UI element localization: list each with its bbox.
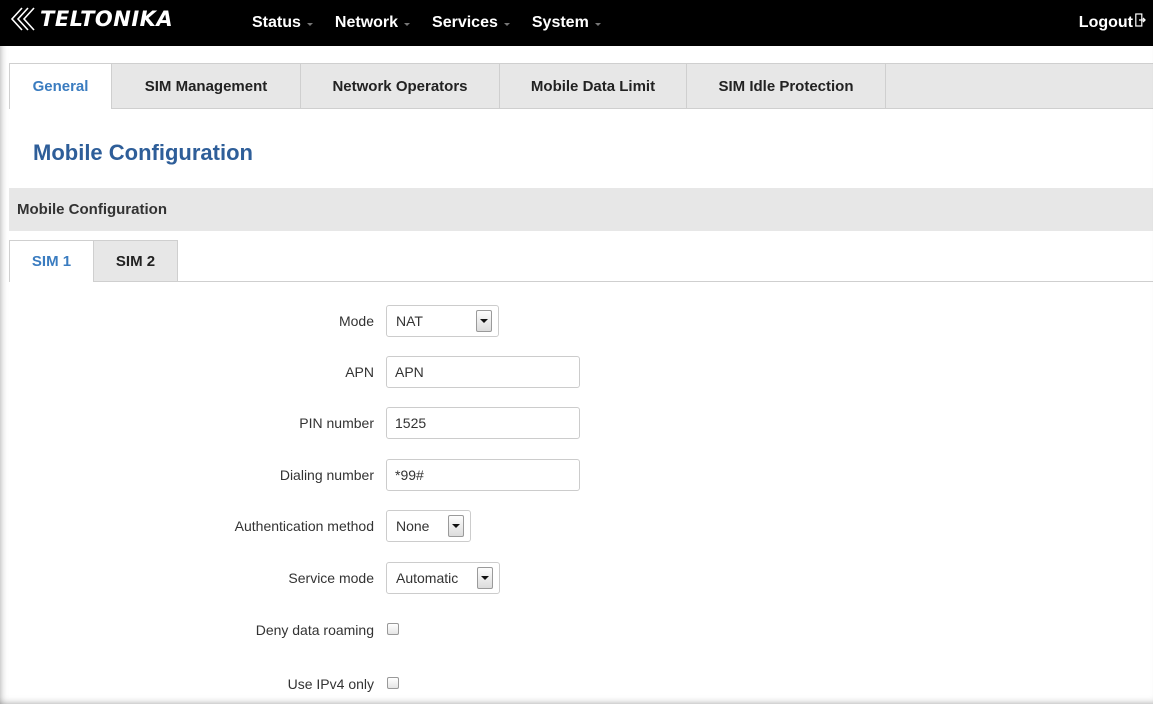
apn-row: APN xyxy=(0,356,1153,388)
mode-select[interactable]: NAT xyxy=(386,305,499,337)
dialing-row: Dialing number xyxy=(0,459,1153,491)
tab-network-operators[interactable]: Network Operators xyxy=(301,64,500,108)
mode-label: Mode xyxy=(338,313,374,329)
deny-roaming-checkbox[interactable] xyxy=(387,623,399,635)
brand-logo[interactable]: TELTONIKA xyxy=(8,6,173,32)
section-header: Mobile Configuration xyxy=(9,188,1153,231)
pin-label: PIN number xyxy=(299,415,374,431)
apn-input[interactable] xyxy=(386,356,580,388)
menu-status-label: Status xyxy=(252,14,301,31)
deny-roaming-label: Deny data roaming xyxy=(255,622,374,638)
logout-door-icon xyxy=(1133,13,1147,32)
tab-general[interactable]: General xyxy=(9,64,112,109)
chevron-down-icon xyxy=(594,22,601,26)
logout-label: Logout xyxy=(1078,13,1133,31)
main-menu: Status Network Services System xyxy=(252,0,623,46)
service-row: Service mode Automatic xyxy=(0,562,1153,594)
menu-services-label: Services xyxy=(432,14,498,31)
service-label: Service mode xyxy=(288,570,374,586)
tab-mobile-data-limit[interactable]: Mobile Data Limit xyxy=(500,64,687,108)
chevron-down-icon xyxy=(404,22,411,26)
tab-sim-1[interactable]: SIM 1 xyxy=(9,240,94,282)
top-navbar: TELTONIKA Status Network Services System… xyxy=(0,0,1153,46)
service-value: Automatic xyxy=(396,570,459,586)
page-title: Mobile Configuration xyxy=(33,140,253,165)
menu-system[interactable]: System xyxy=(532,14,601,32)
menu-services[interactable]: Services xyxy=(432,14,510,32)
chevron-down-icon xyxy=(306,22,313,26)
menu-system-label: System xyxy=(531,14,589,31)
menu-network[interactable]: Network xyxy=(334,14,411,32)
config-tabs: General SIM Management Network Operators… xyxy=(9,63,1153,109)
deny-roaming-row: Deny data roaming xyxy=(0,614,1153,646)
pin-row: PIN number xyxy=(0,407,1153,439)
auth-row: Authentication method None xyxy=(0,510,1153,542)
sim-tabs: SIM 1 SIM 2 xyxy=(9,240,1153,282)
service-mode-select[interactable]: Automatic xyxy=(386,562,500,594)
menu-status[interactable]: Status xyxy=(252,14,313,32)
logout-button[interactable]: Logout xyxy=(1079,13,1147,32)
ipv4-only-checkbox[interactable] xyxy=(387,677,399,689)
dialing-label: Dialing number xyxy=(279,467,374,483)
tab-sim-idle-protection[interactable]: SIM Idle Protection xyxy=(687,64,886,108)
dialing-number-input[interactable] xyxy=(386,459,580,491)
menu-network-label: Network xyxy=(334,14,399,31)
ipv4-only-label: Use IPv4 only xyxy=(287,676,374,692)
dropdown-arrow-icon xyxy=(476,310,492,332)
mode-row: Mode NAT xyxy=(0,305,1153,337)
pin-input[interactable] xyxy=(386,407,580,439)
dropdown-arrow-icon xyxy=(448,515,464,537)
auth-label: Authentication method xyxy=(234,518,374,534)
apn-label: APN xyxy=(345,364,374,380)
teltonika-chevrons-icon xyxy=(8,6,38,32)
auth-value: None xyxy=(396,518,430,534)
tab-sim-management[interactable]: SIM Management xyxy=(112,64,301,108)
tab-sim-2[interactable]: SIM 2 xyxy=(94,240,178,281)
ipv4-only-row: Use IPv4 only xyxy=(0,668,1153,700)
mode-value: NAT xyxy=(396,313,423,329)
brand-name: TELTONIKA xyxy=(40,7,174,31)
chevron-down-icon xyxy=(503,22,510,26)
dropdown-arrow-icon xyxy=(477,567,493,589)
auth-method-select[interactable]: None xyxy=(386,510,471,542)
